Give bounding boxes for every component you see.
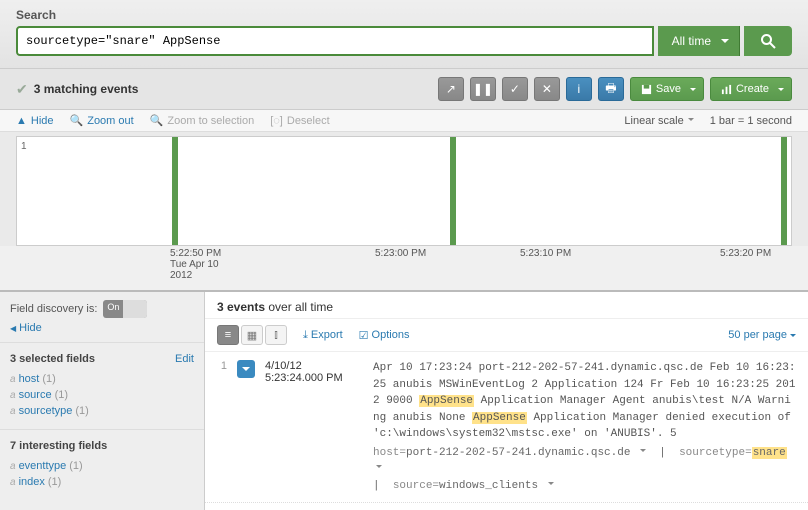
sidebar-hide-link[interactable]: Hide (0, 322, 204, 342)
y-axis-left: 1 (21, 141, 27, 152)
time-range-dropdown[interactable]: All time (658, 26, 740, 56)
event-timestamp: 4/10/12 5:23:24.000 PM (265, 360, 363, 494)
events-suffix: over all time (265, 300, 333, 314)
timeline-bar[interactable] (450, 137, 456, 245)
per-page-dropdown[interactable]: 50 per page (728, 329, 796, 341)
timeline-axis: 5:22:50 PM Tue Apr 10 2012 5:23:00 PM 5:… (0, 246, 808, 290)
print-button[interactable]: 🖶 (598, 77, 624, 101)
interesting-fields-head: 7 interesting fields (10, 440, 107, 452)
view-chart-button[interactable]: ⫾ (265, 325, 287, 345)
job-popout-button[interactable]: ↗ (438, 77, 464, 101)
matching-events-count: 3 matching events (34, 82, 139, 96)
zoom-out-link[interactable]: 🔍 Zoom out (70, 114, 134, 127)
source-dropdown[interactable] (545, 480, 554, 492)
sourcetype-dropdown[interactable] (373, 463, 382, 475)
search-label: Search (16, 8, 792, 22)
event-row: 1 4/10/12 5:23:24.000 PM Apr 10 17:23:24… (205, 352, 808, 503)
search-button[interactable] (744, 26, 792, 56)
save-button[interactable]: Save (630, 77, 704, 101)
field-sourcetype[interactable]: asourcetype (1) (10, 403, 194, 419)
edit-fields-link[interactable]: Edit (175, 353, 194, 365)
zoom-selection-link: 🔍 Zoom to selection (150, 114, 255, 127)
field-host[interactable]: ahost (1) (10, 371, 194, 387)
pause-button[interactable]: ❚❚ (470, 77, 496, 101)
view-list-button[interactable]: ≡ (217, 325, 239, 345)
view-table-button[interactable]: ▦ (241, 325, 263, 345)
deselect-link: [◌] Deselect (270, 114, 329, 127)
options-link[interactable]: ☑ Options (359, 329, 410, 342)
timeline-chart[interactable]: 1 1 (16, 136, 792, 246)
save-icon (641, 84, 652, 95)
search-input[interactable] (16, 26, 654, 56)
create-button[interactable]: Create (710, 77, 792, 101)
scale-dropdown[interactable]: Linear scale (624, 115, 693, 127)
job-info-button[interactable]: i (566, 77, 592, 101)
event-expand-button[interactable] (237, 360, 255, 378)
field-index[interactable]: aindex (1) (10, 474, 194, 490)
bar-resolution-label: 1 bar = 1 second (710, 115, 792, 127)
search-icon (760, 33, 776, 49)
field-discovery-label: Field discovery is: (10, 303, 97, 315)
check-icon: ✔ (16, 81, 28, 98)
timeline-bar[interactable] (172, 137, 178, 245)
selected-fields-head: 3 selected fields (10, 353, 95, 365)
timeline-bar[interactable] (781, 137, 787, 245)
events-count: 3 events (217, 300, 265, 314)
timeline-hide-link[interactable]: ▲ Hide (16, 114, 54, 127)
cancel-button[interactable]: ✕ (534, 77, 560, 101)
chart-icon (721, 84, 732, 95)
finalize-button[interactable]: ✓ (502, 77, 528, 101)
export-link[interactable]: ⤓ Export (303, 329, 343, 342)
field-eventtype[interactable]: aeventtype (1) (10, 458, 194, 474)
event-number: 1 (217, 360, 227, 494)
field-discovery-toggle[interactable]: On (103, 300, 147, 318)
field-source[interactable]: asource (1) (10, 387, 194, 403)
event-raw-text[interactable]: Apr 10 17:23:24 port-212-202-57-241.dyna… (373, 360, 796, 494)
host-dropdown[interactable] (637, 447, 646, 459)
